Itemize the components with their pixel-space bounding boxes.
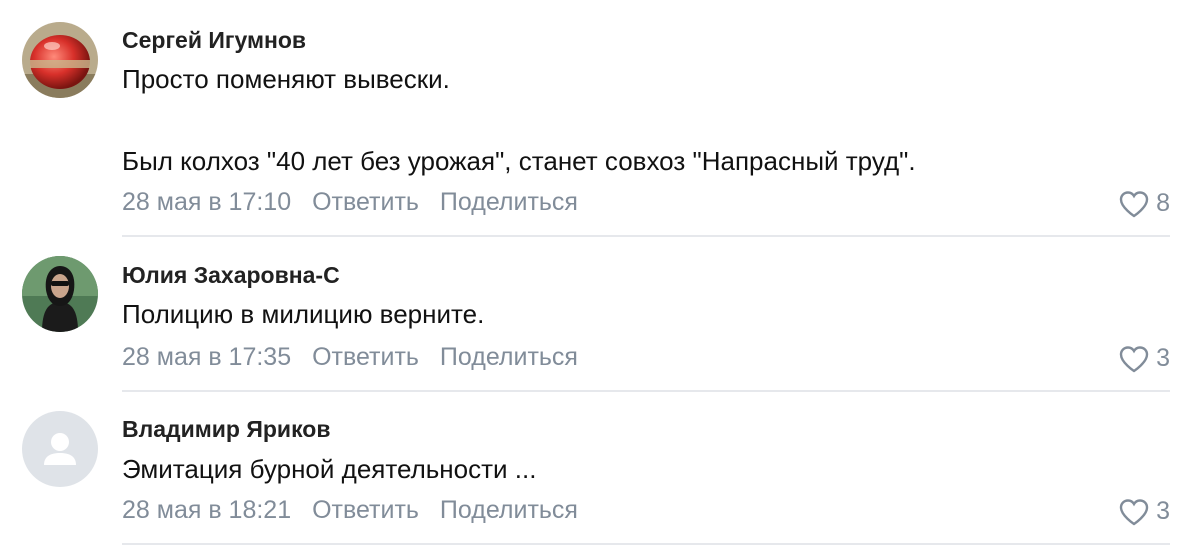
- divider: [122, 543, 1170, 545]
- author-name[interactable]: Сергей Игумнов: [122, 27, 306, 54]
- user-silhouette-icon: [44, 433, 76, 465]
- like-count: 3: [1156, 344, 1170, 372]
- comment-text-line: Полицию в милицию верните.: [122, 299, 485, 329]
- reply-link[interactable]: Ответить: [312, 343, 419, 371]
- share-link[interactable]: Поделиться: [440, 188, 578, 216]
- comment-meta: 28 мая в 18:21 Ответить Поделиться: [122, 496, 592, 525]
- comment-time[interactable]: 28 мая в 18:21: [122, 496, 291, 524]
- like-count: 8: [1156, 189, 1170, 217]
- apple-avatar-image: [22, 22, 98, 98]
- like-count: 3: [1156, 497, 1170, 525]
- comment-time[interactable]: 28 мая в 17:35: [122, 343, 291, 371]
- author-name[interactable]: Владимир Яриков: [122, 416, 330, 443]
- reply-link[interactable]: Ответить: [312, 188, 419, 216]
- avatar[interactable]: [22, 22, 98, 98]
- comment-meta: 28 мая в 17:35 Ответить Поделиться: [122, 343, 592, 372]
- like-button[interactable]: 3: [1118, 497, 1170, 526]
- like-button[interactable]: 8: [1118, 189, 1170, 218]
- avatar[interactable]: [22, 256, 98, 332]
- heart-outline-icon: [1119, 345, 1149, 372]
- divider: [122, 235, 1170, 237]
- comment-text-line: Был колхоз "40 лет без урожая", станет с…: [122, 146, 916, 176]
- comment-time[interactable]: 28 мая в 17:10: [122, 188, 291, 216]
- avatar[interactable]: [22, 411, 98, 487]
- reply-link[interactable]: Ответить: [312, 496, 419, 524]
- like-button[interactable]: 3: [1118, 344, 1170, 373]
- comment-text-line: Эмитация бурной деятельности ...: [122, 454, 537, 484]
- author-name[interactable]: Юлия Захаровна-С: [122, 262, 340, 289]
- comment-meta: 28 мая в 17:10 Ответить Поделиться: [122, 188, 592, 217]
- comment-text-line: Просто поменяют вывески.: [122, 64, 450, 94]
- divider: [122, 390, 1170, 392]
- heart-outline-icon: [1119, 498, 1149, 525]
- share-link[interactable]: Поделиться: [440, 343, 578, 371]
- woman-avatar-image: [22, 256, 98, 332]
- share-link[interactable]: Поделиться: [440, 496, 578, 524]
- heart-outline-icon: [1119, 190, 1149, 217]
